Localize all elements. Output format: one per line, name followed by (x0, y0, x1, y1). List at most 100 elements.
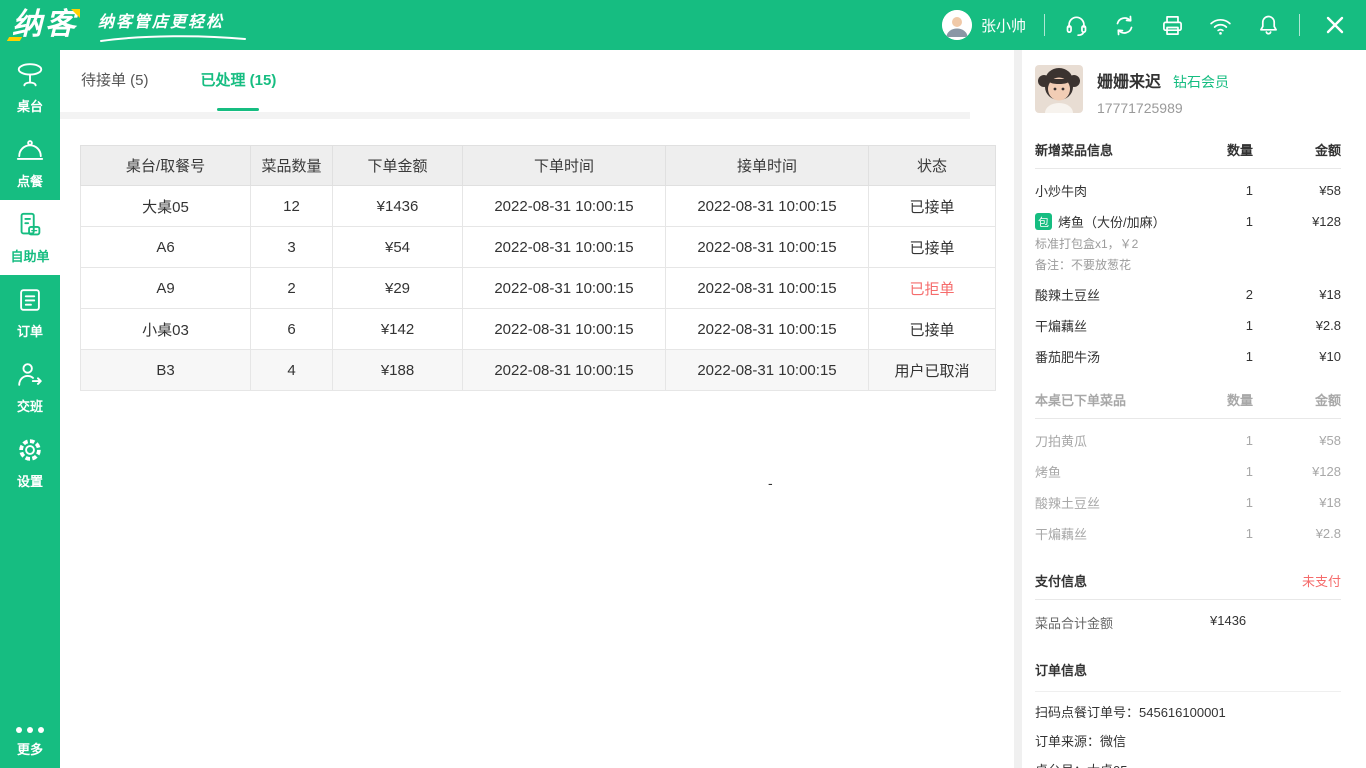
dish-name: 小炒牛肉 (1035, 181, 1203, 200)
brand-logo: 纳客 (12, 0, 78, 50)
active-tab-indicator (217, 108, 259, 111)
section-divider (1035, 691, 1341, 692)
dish-item: 番茄肥牛汤1¥10 (1035, 347, 1341, 366)
dish-item: 烤鱼1¥128 (1035, 462, 1341, 481)
status-cell: 已接单 (869, 186, 996, 227)
payment-total-row: 菜品合计金额 ¥1436 (1035, 613, 1341, 632)
dish-name: 干煸藕丝 (1035, 316, 1203, 335)
dish-item: 刀拍黄瓜1¥58 (1035, 431, 1341, 450)
sync-icon[interactable] (1111, 12, 1137, 38)
shift-icon (15, 360, 45, 390)
order-info-line: 订单来源：微信 (1035, 734, 1341, 750)
status-cell: 用户已取消 (869, 350, 996, 391)
dish-subline: 备注：不要放葱花 (1035, 258, 1341, 273)
column-header: 菜品数量 (251, 146, 333, 186)
customer-card: 姗姗来迟 钻石会员 17771725989 (1035, 65, 1341, 116)
user-name: 张小帅 (981, 15, 1026, 36)
column-header: 下单时间 (463, 146, 666, 186)
section-divider (1035, 418, 1341, 419)
wifi-icon[interactable] (1207, 12, 1233, 38)
sidebar-item-settings[interactable]: 设置 (0, 425, 60, 500)
dish-amount: ¥128 (1253, 464, 1341, 479)
dish-item: 干煸藕丝1¥2.8 (1035, 524, 1341, 543)
table-cell: B3 (81, 350, 251, 391)
tab-pending[interactable]: 待接单 (5) (78, 50, 152, 112)
count-cell: 2 (251, 268, 333, 309)
close-icon[interactable] (1322, 12, 1348, 38)
tab-processed[interactable]: 已处理 (15) (198, 50, 280, 112)
accept-time-cell: 2022-08-31 10:00:15 (666, 309, 869, 350)
order-row[interactable]: A63¥542022-08-31 10:00:152022-08-31 10:0… (81, 227, 996, 268)
order-row[interactable]: 小桌036¥1422022-08-31 10:00:152022-08-31 1… (81, 309, 996, 350)
customer-avatar (1035, 65, 1083, 113)
dish-name: 番茄肥牛汤 (1035, 347, 1203, 366)
order-time-cell: 2022-08-31 10:00:15 (463, 309, 666, 350)
ordered-dishes-list: 刀拍黄瓜1¥58烤鱼1¥128酸辣土豆丝1¥18干煸藕丝1¥2.8 (1035, 431, 1341, 543)
column-header: 下单金额 (333, 146, 463, 186)
sidebar-item-orders[interactable]: 订单 (0, 275, 60, 350)
dish-amount: ¥18 (1253, 495, 1341, 510)
order-time-cell: 2022-08-31 10:00:15 (463, 268, 666, 309)
more-dots-icon (16, 727, 44, 733)
sidebar-item-more[interactable]: 更多 (0, 727, 60, 758)
sidebar-item-label: 点餐 (17, 171, 43, 190)
customer-name: 姗姗来迟 (1097, 68, 1161, 92)
main-content: 待接单 (5) 已处理 (15) 桌台/取餐号菜品数量下单金额下单时间接单时间状… (60, 50, 1014, 768)
dish-item: 酸辣土豆丝2¥18 (1035, 285, 1341, 304)
dish-item: 干煸藕丝1¥2.8 (1035, 316, 1341, 335)
sidebar-item-self-order[interactable]: 自助单 (0, 200, 60, 275)
dish-item: 酸辣土豆丝1¥18 (1035, 493, 1341, 512)
dish-qty: 1 (1203, 349, 1253, 364)
dish-qty: 1 (1203, 526, 1253, 541)
header-divider (1299, 14, 1300, 36)
count-cell: 3 (251, 227, 333, 268)
order-row[interactable]: A92¥292022-08-31 10:00:152022-08-31 10:0… (81, 268, 996, 309)
user-menu[interactable]: 张小帅 (942, 10, 1026, 40)
count-cell: 12 (251, 186, 333, 227)
printer-icon[interactable] (1159, 12, 1185, 38)
status-cell: 已接单 (869, 309, 996, 350)
sidebar-item-label: 交班 (17, 396, 43, 415)
sidebar-item-cloche[interactable]: 点餐 (0, 125, 60, 200)
amount-cell: ¥1436 (333, 186, 463, 227)
dish-qty: 2 (1203, 287, 1253, 302)
tab-bar: 待接单 (5) 已处理 (15) (60, 50, 1014, 112)
order-time-cell: 2022-08-31 10:00:15 (463, 186, 666, 227)
dish-name: 刀拍黄瓜 (1035, 431, 1203, 450)
orders-table: 桌台/取餐号菜品数量下单金额下单时间接单时间状态 大桌0512¥14362022… (80, 145, 996, 391)
payment-header: 支付信息 未支付 (1035, 571, 1341, 590)
dish-name: 酸辣土豆丝 (1035, 493, 1203, 512)
dish-qty: 1 (1203, 433, 1253, 448)
order-info-line: 扫码点餐订单号：545616100001 (1035, 705, 1341, 721)
header-icon-group (1063, 12, 1281, 38)
sidebar-item-label: 自助单 (10, 246, 49, 265)
dish-item: 小炒牛肉1¥58 (1035, 181, 1341, 200)
sidebar-item-table[interactable]: 桌台 (0, 50, 60, 125)
order-info-lines: 扫码点餐订单号：545616100001订单来源：微信桌台号：大桌05取消人：顾… (1035, 705, 1341, 768)
status-cell: 已拒单 (869, 268, 996, 309)
order-row[interactable]: B34¥1882022-08-31 10:00:152022-08-31 10:… (81, 350, 996, 391)
amount-cell: ¥54 (333, 227, 463, 268)
order-info-title: 订单信息 (1035, 660, 1341, 679)
dish-qty: 1 (1203, 495, 1253, 510)
dish-item: 包烤鱼（大份/加麻）1¥128标准打包盒x1，￥2备注：不要放葱花 (1035, 212, 1341, 273)
accept-time-cell: 2022-08-31 10:00:15 (666, 227, 869, 268)
takeout-badge: 包 (1035, 213, 1052, 230)
order-row[interactable]: 大桌0512¥14362022-08-31 10:00:152022-08-31… (81, 186, 996, 227)
panel-divider (1014, 50, 1022, 768)
dish-amount: ¥2.8 (1253, 526, 1341, 541)
order-time-cell: 2022-08-31 10:00:15 (463, 227, 666, 268)
accept-time-cell: 2022-08-31 10:00:15 (666, 268, 869, 309)
dish-amount: ¥58 (1253, 183, 1341, 198)
amount-cell: ¥188 (333, 350, 463, 391)
count-cell: 6 (251, 309, 333, 350)
column-header: 状态 (869, 146, 996, 186)
stray-dash: - (768, 475, 773, 491)
support-icon[interactable] (1063, 12, 1089, 38)
sidebar-item-shift[interactable]: 交班 (0, 350, 60, 425)
self-order-icon (15, 210, 45, 240)
logo-accent-icon (7, 37, 22, 41)
dish-qty: 1 (1203, 183, 1253, 198)
order-time-cell: 2022-08-31 10:00:15 (463, 350, 666, 391)
notification-icon[interactable] (1255, 12, 1281, 38)
